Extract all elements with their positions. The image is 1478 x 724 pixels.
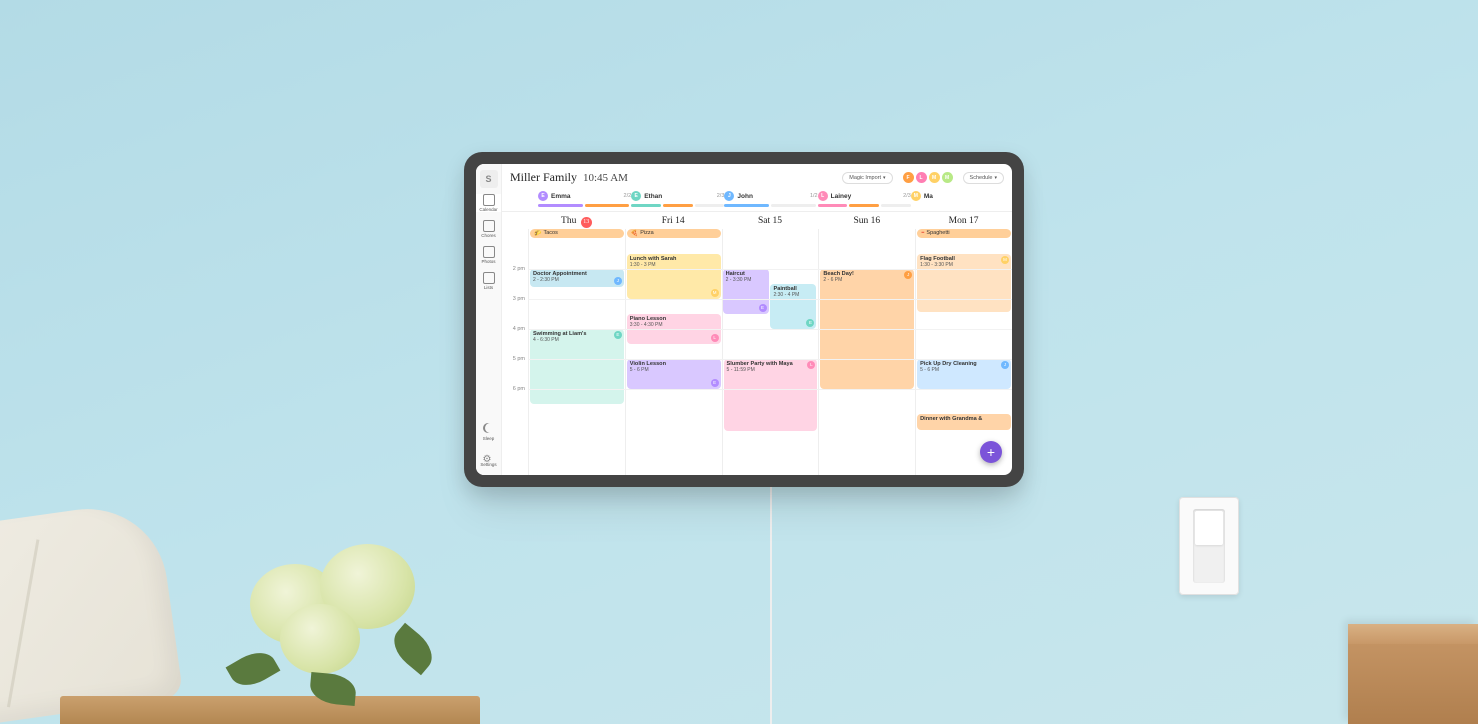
power-cord	[770, 487, 772, 724]
magic-import-button[interactable]: Magic Import▾	[842, 172, 892, 184]
nav-sleep[interactable]: Sleep	[476, 423, 501, 441]
person[interactable]: EEmma2/2	[538, 191, 631, 207]
clock: 10:45 AM	[583, 172, 628, 184]
event-slots: Doctor Appointment2 - 2:30 PMJ Swimming a…	[528, 239, 1012, 476]
day-header[interactable]: Sat 15	[722, 212, 819, 229]
day-column[interactable]: Doctor Appointment2 - 2:30 PMJ Swimming a…	[528, 239, 625, 476]
day-header[interactable]: Thu 13	[528, 212, 625, 229]
pillow-prop	[0, 499, 183, 724]
avatar[interactable]: L	[916, 172, 927, 183]
calendar-event[interactable]: Haircut2 - 3:30 PME	[723, 269, 769, 314]
nav-photos[interactable]: Photos	[476, 246, 501, 264]
family-name: Miller Family	[510, 170, 577, 185]
wall-tablet: S Calendar Chores Photos Lists Sleep Set…	[464, 152, 1024, 487]
day-column[interactable]: Lunch with Sarah1:30 - 3 PMMPiano Lesson…	[625, 239, 722, 476]
schedule-button[interactable]: Schedule▾	[963, 172, 1004, 184]
day-column[interactable]: Beach Day!2 - 6 PMJ	[818, 239, 915, 476]
flowers-prop	[220, 524, 440, 724]
light-switch	[1179, 497, 1239, 595]
calendar-event[interactable]: Paintball2:30 - 4 PME	[770, 284, 816, 329]
hour-label: 4 pm	[513, 326, 525, 332]
gear-icon	[483, 449, 495, 461]
avatar[interactable]: M	[929, 172, 940, 183]
calendar-event[interactable]: Flag Football1:30 - 3:30 PMM	[917, 254, 1011, 312]
calendar-event[interactable]: Slumber Party with Maya5 - 11:59 PML	[724, 359, 818, 431]
brand-logo: S	[480, 170, 498, 188]
avatar[interactable]: M	[942, 172, 953, 183]
wood-furniture	[1348, 624, 1478, 724]
screen: S Calendar Chores Photos Lists Sleep Set…	[476, 164, 1012, 475]
calendar-event[interactable]: Swimming at Liam's4 - 6:30 PME	[530, 329, 624, 404]
meal-row: 🌮Tacos🍕Pizza Spaghetti	[502, 229, 1012, 239]
people-row: EEmma2/2EEthan2/3JJohn1/2LLainey2/3MMa	[502, 189, 1012, 212]
lists-icon	[483, 272, 495, 284]
day-header[interactable]: Mon 17	[915, 212, 1012, 229]
meal-chip[interactable]: 🍕Pizza	[627, 229, 721, 238]
person[interactable]: EEthan2/3	[631, 191, 724, 207]
time-gutter: 2 pm 3 pm 4 pm 5 pm 6 pm	[502, 239, 528, 476]
nav-chores[interactable]: Chores	[476, 220, 501, 238]
day-headers: Thu 13Fri 14Sat 15Sun 16Mon 17	[502, 212, 1012, 229]
day-column[interactable]: Flag Football1:30 - 3:30 PMM Pick Up Dry …	[915, 239, 1012, 476]
person[interactable]: MMa	[911, 191, 1004, 207]
photos-icon	[483, 246, 495, 258]
avatar[interactable]: F	[903, 172, 914, 183]
chores-icon	[483, 220, 495, 232]
chevron-down-icon: ▾	[994, 175, 997, 181]
calendar-event[interactable]: Lunch with Sarah1:30 - 3 PMM	[627, 254, 721, 299]
main-area: Miller Family 10:45 AM Magic Import▾ FLM…	[502, 164, 1012, 475]
family-avatars: FLMM	[903, 172, 953, 183]
calendar-event[interactable]: Dinner with Grandma &	[917, 414, 1011, 430]
nav-calendar[interactable]: Calendar	[476, 194, 501, 212]
sidebar: S Calendar Chores Photos Lists Sleep Set…	[476, 164, 502, 475]
nav-settings[interactable]: Settings	[476, 449, 501, 467]
calendar-event[interactable]: Doctor Appointment2 - 2:30 PMJ	[530, 269, 624, 287]
moon-icon	[483, 423, 495, 435]
calendar-icon	[483, 194, 495, 206]
add-event-button[interactable]: +	[980, 441, 1002, 463]
person[interactable]: JJohn1/2	[724, 191, 817, 207]
hour-label: 5 pm	[513, 356, 525, 362]
hour-label: 6 pm	[513, 386, 525, 392]
hour-label: 3 pm	[513, 296, 525, 302]
meal-chip[interactable]: 🌮Tacos	[530, 229, 624, 238]
chevron-down-icon: ▾	[883, 175, 886, 181]
meal-chip[interactable]: Spaghetti	[917, 229, 1011, 238]
topbar: Miller Family 10:45 AM Magic Import▾ FLM…	[502, 164, 1012, 189]
day-header[interactable]: Fri 14	[625, 212, 722, 229]
day-header[interactable]: Sun 16	[818, 212, 915, 229]
calendar-event[interactable]: Pick Up Dry Cleaning5 - 6 PMJ	[917, 359, 1011, 389]
hour-label: 2 pm	[513, 266, 525, 272]
day-column[interactable]: Haircut2 - 3:30 PMEPaintball2:30 - 4 PME…	[722, 239, 819, 476]
calendar-grid[interactable]: 2 pm 3 pm 4 pm 5 pm 6 pm Doctor Appointment2…	[502, 239, 1012, 476]
nav-lists[interactable]: Lists	[476, 272, 501, 290]
person[interactable]: LLainey2/3	[818, 191, 911, 207]
calendar-event[interactable]: Violin Lesson5 - 6 PME	[627, 359, 721, 389]
